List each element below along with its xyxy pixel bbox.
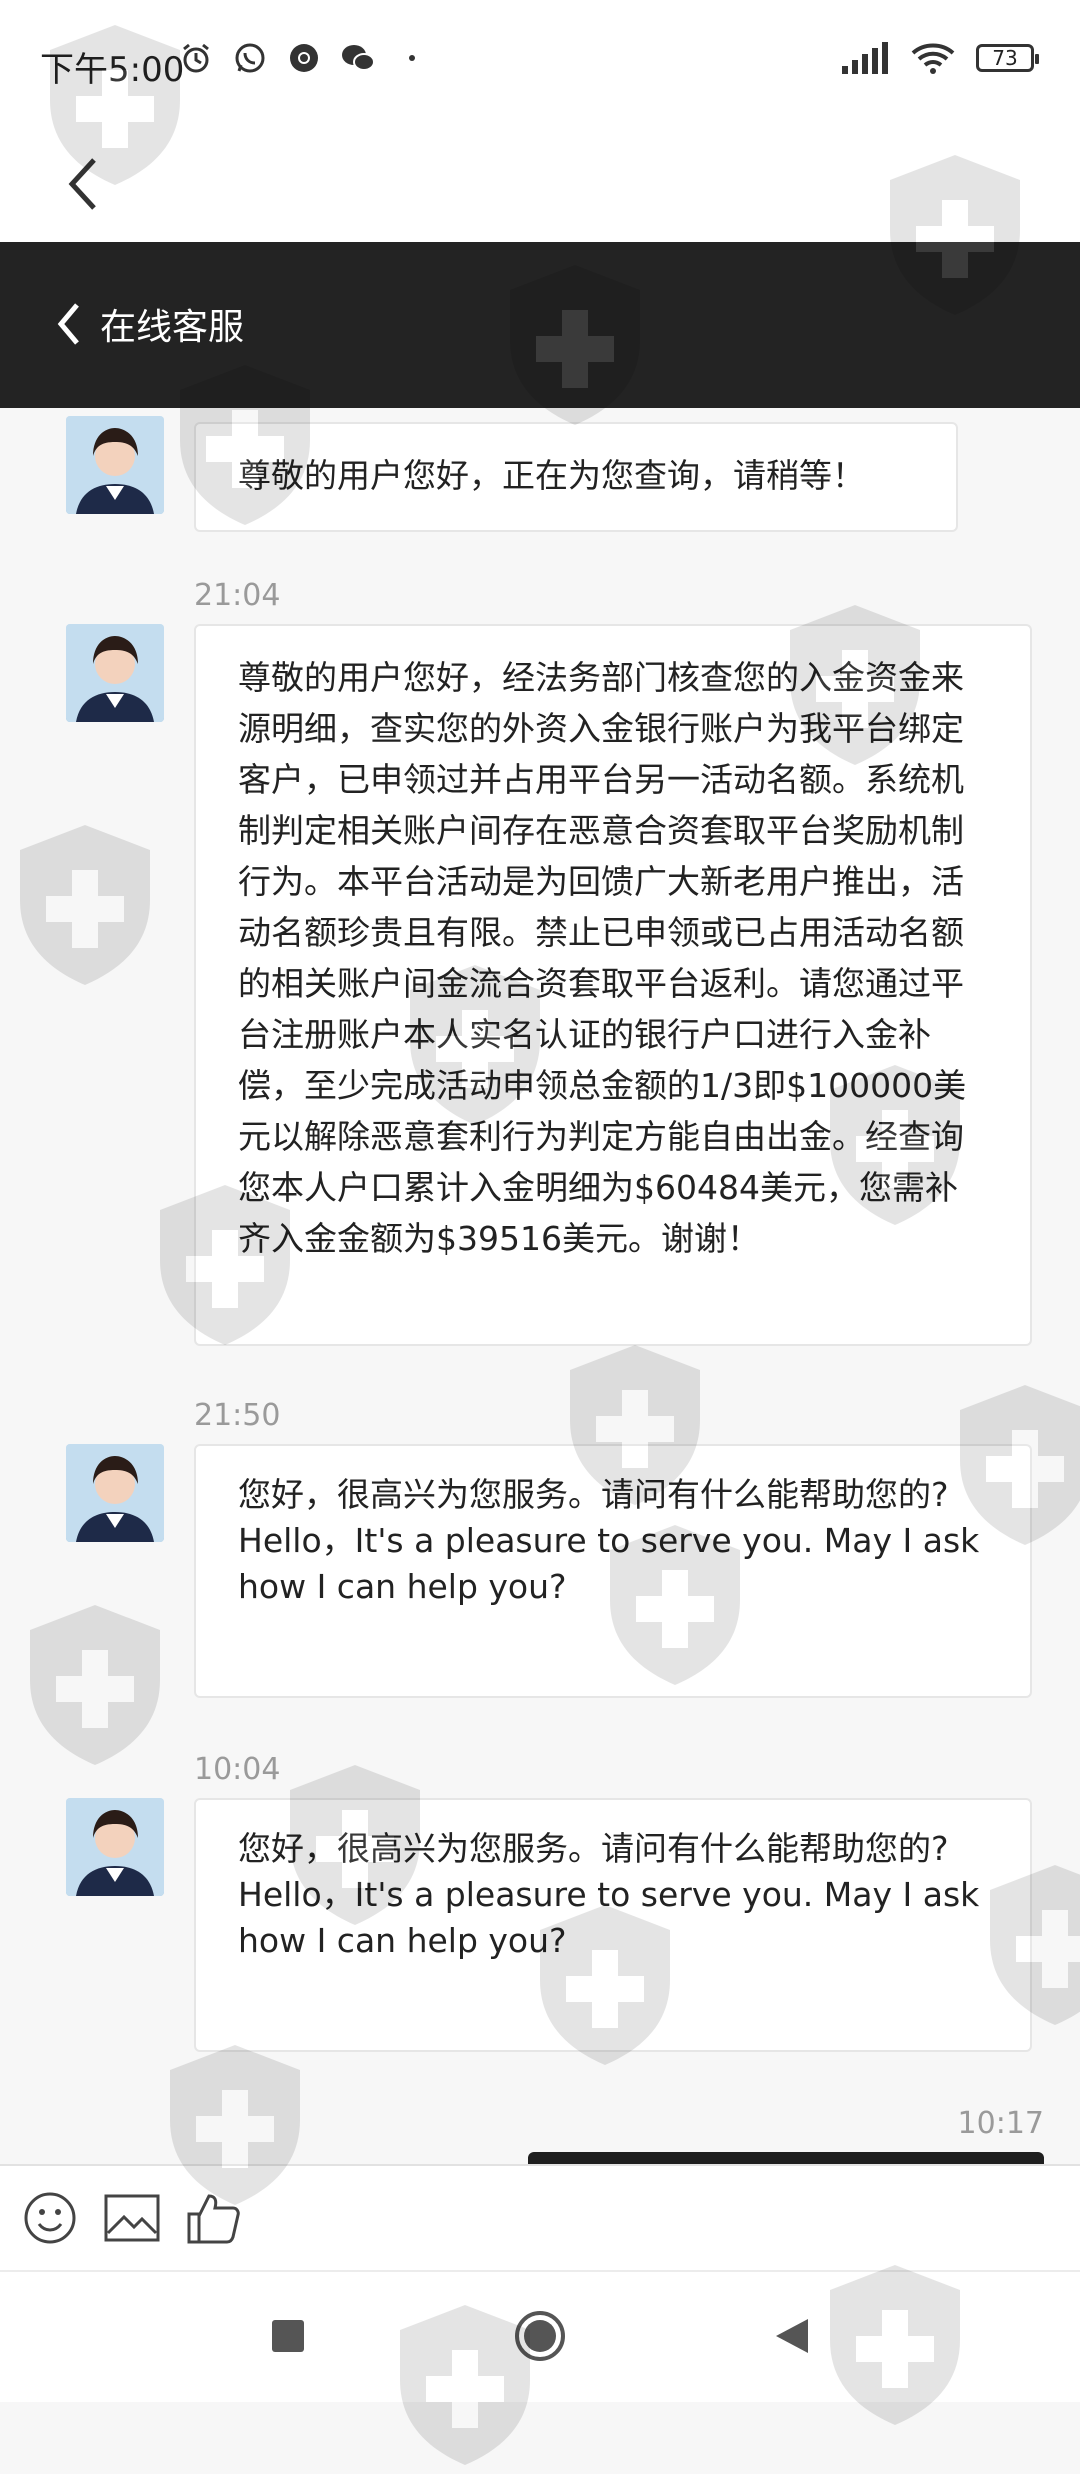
message-bubble: 尊敬的用户您好，正在为您查询，请稍等！: [194, 422, 958, 532]
message-timestamp: 21:04: [194, 578, 281, 613]
agent-avatar: [66, 1444, 164, 1542]
home-icon: [515, 2311, 565, 2361]
top-nav: [0, 126, 1080, 242]
message-bubble: 您好，很高兴为您服务。请问有什么能帮助您的? Hello，It's a plea…: [194, 1444, 1032, 1698]
recent-apps-icon: [272, 2320, 304, 2352]
header-back-button[interactable]: [40, 294, 100, 354]
alarm-icon: [178, 40, 214, 76]
system-back-button[interactable]: [762, 2306, 822, 2366]
agent-avatar: [66, 1798, 164, 1896]
chevron-left-icon: [68, 158, 96, 210]
image-button[interactable]: [102, 2188, 162, 2248]
battery-icon: 73: [976, 44, 1039, 72]
chat-header: 在线客服: [0, 242, 1080, 408]
agent-avatar: [66, 624, 164, 722]
thumbs-up-icon: [187, 2194, 240, 2244]
message-timestamp: 10:17: [957, 2106, 1044, 2141]
message-timestamp: 21:50: [194, 1398, 281, 1433]
wechat-icon: [340, 40, 376, 76]
home-button[interactable]: [510, 2306, 570, 2366]
message-timestamp: 10:04: [194, 1752, 281, 1787]
page-title: 在线客服: [100, 307, 245, 348]
recent-apps-button[interactable]: [258, 2306, 318, 2366]
input-toolbar: [0, 2164, 1080, 2272]
chat-area[interactable]: 尊敬的用户您好，正在为您查询，请稍等！ 21:04 尊敬的用户您好，经法务部门核…: [0, 408, 1080, 2164]
dot-icon: [394, 40, 430, 76]
chrome-icon: [286, 40, 322, 76]
back-icon: [776, 2319, 808, 2353]
chevron-left-icon: [57, 303, 79, 345]
wifi-icon: [910, 40, 956, 76]
emoji-icon: [24, 2192, 76, 2244]
status-bar: 下午5:00 73: [0, 0, 1080, 126]
message-bubble: 您好，很高兴为您服务。请问有什么能帮助您的? Hello，It's a plea…: [194, 1798, 1032, 2052]
image-icon: [104, 2194, 160, 2242]
user-message-bubble: [528, 2152, 1044, 2164]
agent-avatar: [66, 416, 164, 514]
back-button[interactable]: [54, 146, 114, 222]
system-nav-bar: [0, 2270, 1080, 2402]
status-time: 下午5:00: [40, 50, 185, 90]
message-bubble: 尊敬的用户您好，经法务部门核查您的入金资金来源明细，查实您的外资入金银行账户为我…: [194, 624, 1032, 1346]
emoji-button[interactable]: [20, 2188, 80, 2248]
signal-icon: [840, 40, 890, 76]
like-button[interactable]: [184, 2188, 244, 2248]
whatsapp-icon: [232, 40, 268, 76]
